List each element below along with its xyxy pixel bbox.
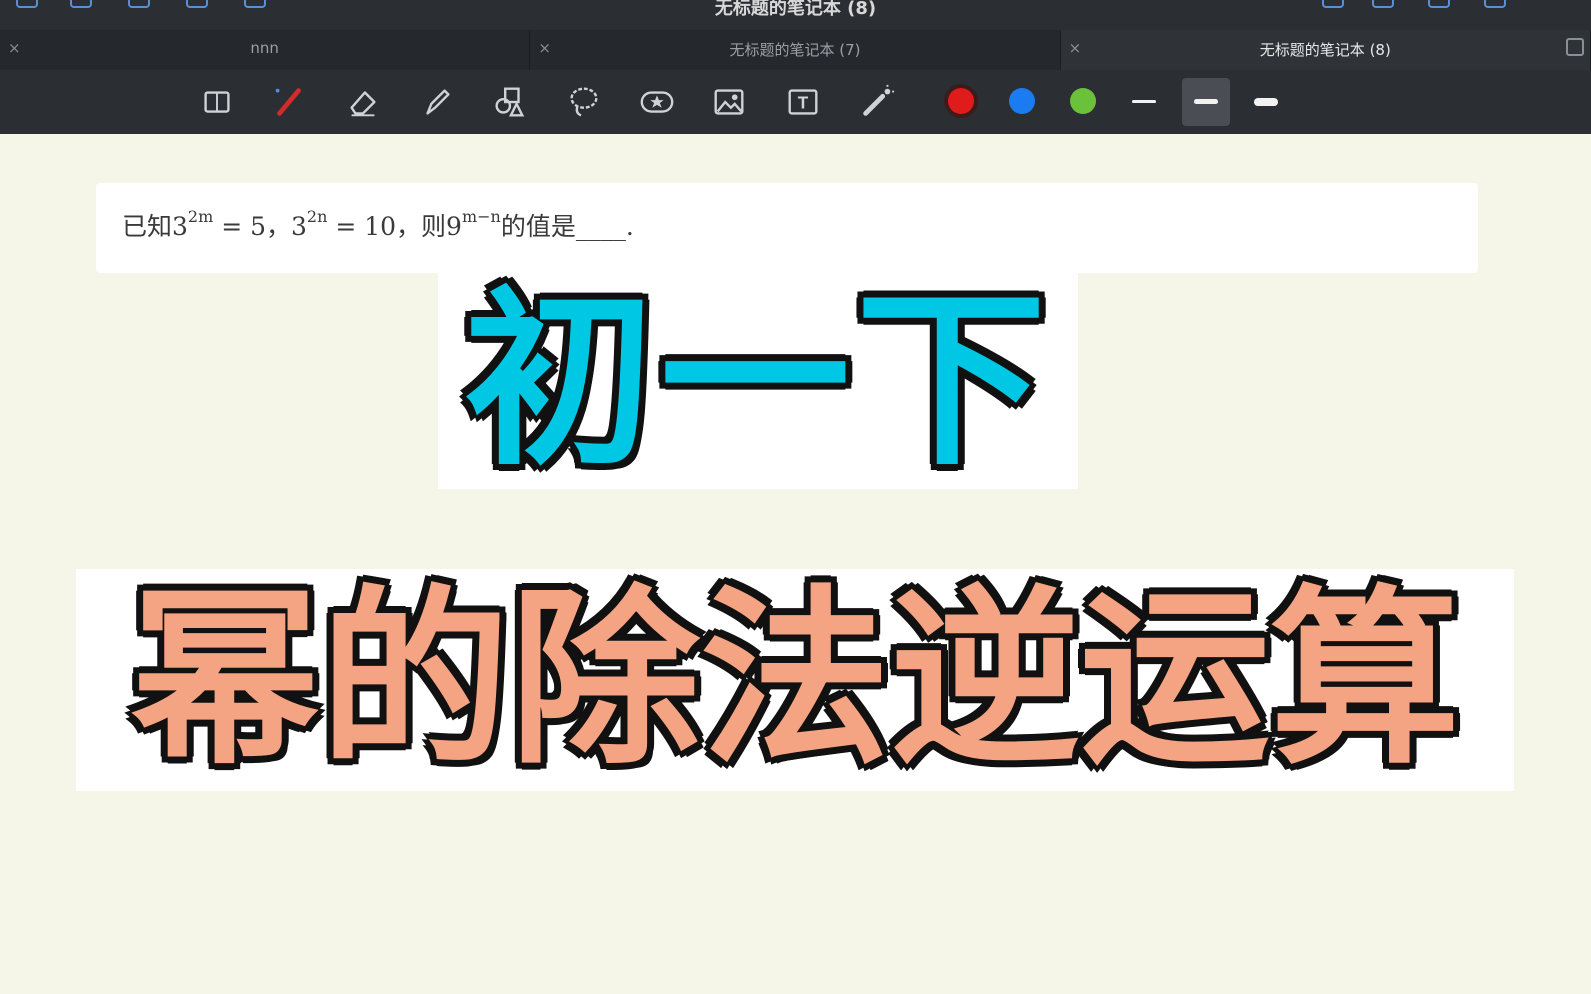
tab-nnn[interactable]: × nnn [0,30,531,70]
topic-title-box: 幂的除法逆运算 [76,569,1514,791]
stroke-thick[interactable] [1254,98,1278,106]
close-icon[interactable] [1484,0,1506,8]
book-icon[interactable] [194,80,240,124]
grade-title-box: 初一下 [438,272,1078,489]
stroke-medium[interactable] [1194,99,1218,104]
question-text: 已知32m = 5，32n = 10，则9m−n的值是____. [122,206,634,241]
color-green-swatch[interactable] [1070,88,1096,114]
eraser-icon[interactable] [340,80,386,124]
sticker-icon[interactable] [634,80,680,124]
topic-title: 幂的除法逆运算 [129,569,1460,790]
question-card: 已知32m = 5，32n = 10，则9m−n的值是____. [96,183,1478,273]
tab-label: nnn [250,39,279,57]
tab-notebook-7[interactable]: × 无标题的笔记本 (7) [530,30,1061,70]
tab-notebook-8[interactable]: × 无标题的笔记本 (8) [1060,30,1591,70]
redo-icon[interactable] [1372,0,1394,8]
undo-icon[interactable] [1322,0,1344,8]
tab-label: 无标题的笔记本 (8) [1259,41,1391,59]
grade-title: 初一下 [463,270,1052,491]
add-page-icon[interactable] [1428,0,1450,8]
window-title: 无标题的笔记本 (8) [714,0,877,19]
drawing-toolbar: T [0,70,1591,134]
pen-icon[interactable] [266,80,312,124]
image-icon[interactable] [706,80,752,124]
color-red-swatch[interactable] [948,88,974,114]
sidebar-toggle-icon[interactable] [1565,38,1584,56]
app-title-bar: 无标题的笔记本 (8) [0,0,1591,30]
svg-text:T: T [798,94,809,113]
tab-strip: × nnn × 无标题的笔记本 (7) × 无标题的笔记本 (8) [0,30,1591,70]
laser-pointer-icon[interactable] [854,80,900,124]
color-blue-swatch[interactable] [1009,88,1035,114]
lasso-icon[interactable] [560,80,606,124]
shapes-icon[interactable] [486,80,532,124]
highlighter-icon[interactable] [414,80,460,124]
stroke-thin[interactable] [1132,100,1156,103]
tab-label: 无标题的笔记本 (7) [729,41,861,59]
text-icon[interactable]: T [780,80,826,124]
